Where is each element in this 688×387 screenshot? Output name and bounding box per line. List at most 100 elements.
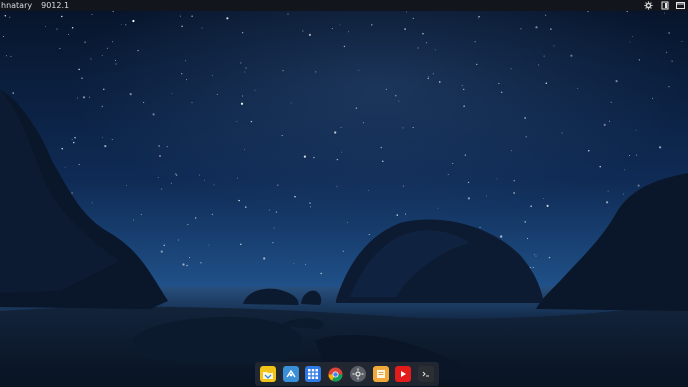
star <box>607 190 609 192</box>
grid-icon[interactable] <box>305 366 322 382</box>
files-app-icon[interactable] <box>260 366 276 382</box>
star <box>240 243 242 245</box>
star <box>181 73 183 75</box>
star <box>463 88 465 91</box>
star <box>170 182 172 184</box>
star <box>91 13 93 15</box>
star <box>201 27 203 29</box>
star <box>226 17 229 20</box>
star <box>71 138 73 140</box>
star <box>635 129 637 131</box>
terminal-icon[interactable] <box>417 366 434 382</box>
star <box>652 97 653 99</box>
star <box>501 91 503 94</box>
dock <box>255 362 439 386</box>
star <box>310 206 312 208</box>
star <box>244 71 246 73</box>
star <box>185 60 186 62</box>
star <box>637 184 640 187</box>
chrome-icon[interactable] <box>328 366 344 382</box>
star <box>282 70 284 72</box>
star <box>44 25 46 27</box>
star <box>615 80 618 83</box>
star <box>405 213 407 215</box>
star <box>546 204 549 207</box>
star <box>61 15 63 18</box>
star <box>395 95 397 97</box>
star <box>500 235 503 238</box>
star <box>195 217 197 219</box>
settings-icon[interactable] <box>644 1 653 10</box>
star <box>427 77 429 80</box>
star <box>461 84 463 86</box>
star <box>638 59 641 61</box>
star <box>624 169 625 171</box>
star <box>236 177 238 179</box>
star <box>530 205 532 207</box>
star <box>663 12 665 14</box>
star <box>216 93 218 95</box>
star <box>477 17 479 19</box>
play-icon[interactable] <box>395 366 412 382</box>
star <box>84 41 86 43</box>
star <box>101 136 103 138</box>
star <box>398 100 400 102</box>
star <box>10 55 12 57</box>
star <box>474 41 476 43</box>
window-icon[interactable] <box>676 1 685 10</box>
star <box>622 193 624 195</box>
star <box>213 184 215 186</box>
star <box>161 188 163 190</box>
star <box>476 63 478 66</box>
star <box>432 73 434 75</box>
star <box>78 68 80 71</box>
star <box>238 199 240 202</box>
star <box>4 15 7 17</box>
star <box>88 96 90 98</box>
star <box>272 242 274 244</box>
star <box>177 239 179 241</box>
star <box>241 32 244 34</box>
star <box>402 127 404 129</box>
star <box>275 211 278 213</box>
star <box>510 68 512 70</box>
star <box>160 250 163 253</box>
star <box>347 31 349 33</box>
star <box>61 148 63 150</box>
star <box>422 33 424 35</box>
star <box>186 79 188 81</box>
star <box>126 184 127 186</box>
star <box>347 222 348 224</box>
star <box>342 250 344 252</box>
star <box>157 176 159 178</box>
app-name[interactable]: hnatary <box>1 0 32 11</box>
star <box>9 16 11 18</box>
star <box>447 173 449 175</box>
star <box>308 33 311 36</box>
star <box>437 207 439 209</box>
clock[interactable]: 9012.1 <box>41 0 69 11</box>
star <box>303 155 306 158</box>
notes-icon[interactable] <box>372 366 389 382</box>
star <box>368 234 370 236</box>
star <box>343 45 346 48</box>
star <box>406 11 408 13</box>
star <box>417 47 419 49</box>
gear-icon[interactable] <box>350 366 367 382</box>
star <box>629 41 631 43</box>
star <box>463 105 465 107</box>
star <box>603 123 606 126</box>
star <box>158 145 160 147</box>
battery-icon[interactable] <box>660 1 669 10</box>
star <box>570 54 573 57</box>
star <box>191 15 193 17</box>
star <box>182 263 185 266</box>
star <box>263 257 266 260</box>
star <box>496 178 498 180</box>
finder-app-icon[interactable] <box>282 366 299 382</box>
star <box>610 101 612 104</box>
star <box>538 64 540 66</box>
star <box>412 127 414 128</box>
star <box>609 120 610 122</box>
star <box>82 96 86 99</box>
